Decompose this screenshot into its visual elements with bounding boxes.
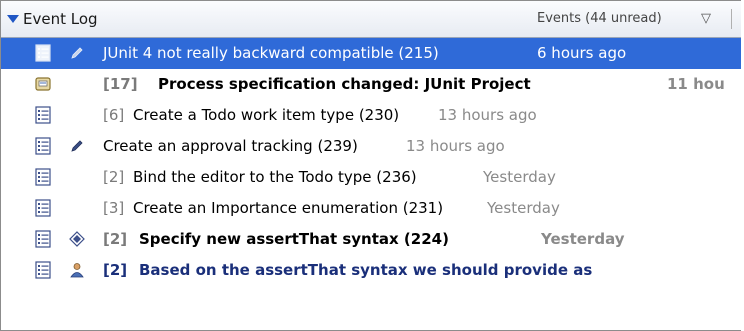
filter-triangle-icon[interactable]: ▽ xyxy=(701,11,711,26)
event-row[interactable]: [3] Create an Importance enumeration (23… xyxy=(1,193,741,224)
header-separator xyxy=(731,9,732,29)
event-time: 13 hours ago xyxy=(438,106,537,124)
panel-title: Event Log xyxy=(23,10,98,28)
pencil-gray-icon xyxy=(71,47,83,59)
event-time: 11 hou xyxy=(667,75,725,93)
event-row[interactable]: [2] Specify new assertThat syntax (224) … xyxy=(1,224,741,255)
event-time: Yesterday xyxy=(483,168,556,186)
user-icon xyxy=(70,263,84,278)
work-item-icon xyxy=(35,168,51,186)
work-item-icon xyxy=(35,261,51,279)
event-row[interactable]: Create an approval tracking (239) 13 hou… xyxy=(1,131,741,162)
event-title: JUnit 4 not really backward compatible (… xyxy=(103,44,439,62)
event-title: Bind the editor to the Todo type (236) xyxy=(133,168,417,186)
event-title: Process specification changed: JUnit Pro… xyxy=(158,75,531,93)
event-row[interactable]: [17] Process specification changed: JUni… xyxy=(1,69,741,100)
event-count: [6] xyxy=(103,106,125,124)
work-item-icon xyxy=(35,44,51,62)
event-count: [17] xyxy=(103,75,138,93)
event-row[interactable]: [2] Bind the editor to the Todo type (23… xyxy=(1,162,741,193)
event-title: Create an Importance enumeration (231) xyxy=(133,199,444,217)
event-log-panel: Event Log Events (44 unread) ▽ JUnit 4 n… xyxy=(0,0,741,331)
events-unread-summary: Events (44 unread) xyxy=(537,11,662,26)
process-spec-icon xyxy=(35,77,51,91)
event-title: Create a Todo work item type (230) xyxy=(133,106,400,124)
event-title: Create an approval tracking (239) xyxy=(103,137,358,155)
event-row[interactable]: [2] Based on the assertThat syntax we sh… xyxy=(1,255,741,286)
event-time: 6 hours ago xyxy=(537,44,627,62)
event-title: Specify new assertThat syntax (224) xyxy=(139,230,449,248)
diamond-icon xyxy=(69,231,85,247)
work-item-icon xyxy=(35,137,51,155)
event-count: [2] xyxy=(103,230,128,248)
event-count: [3] xyxy=(103,199,125,217)
event-count: [2] xyxy=(103,261,128,279)
event-time: Yesterday xyxy=(541,230,625,248)
event-row[interactable]: JUnit 4 not really backward compatible (… xyxy=(1,38,741,69)
work-item-icon xyxy=(35,230,51,248)
work-item-icon xyxy=(35,106,51,124)
collapse-triangle-icon[interactable] xyxy=(7,15,19,23)
event-time: Yesterday xyxy=(487,199,560,217)
event-count: [2] xyxy=(103,168,125,186)
event-time: 13 hours ago xyxy=(406,137,505,155)
event-title: Based on the assertThat syntax we should… xyxy=(139,261,593,279)
pencil-icon xyxy=(71,140,83,152)
work-item-icon xyxy=(35,199,51,217)
event-row[interactable]: [6] Create a Todo work item type (230) 1… xyxy=(1,100,741,131)
event-log-header: Event Log Events (44 unread) ▽ xyxy=(1,1,741,38)
